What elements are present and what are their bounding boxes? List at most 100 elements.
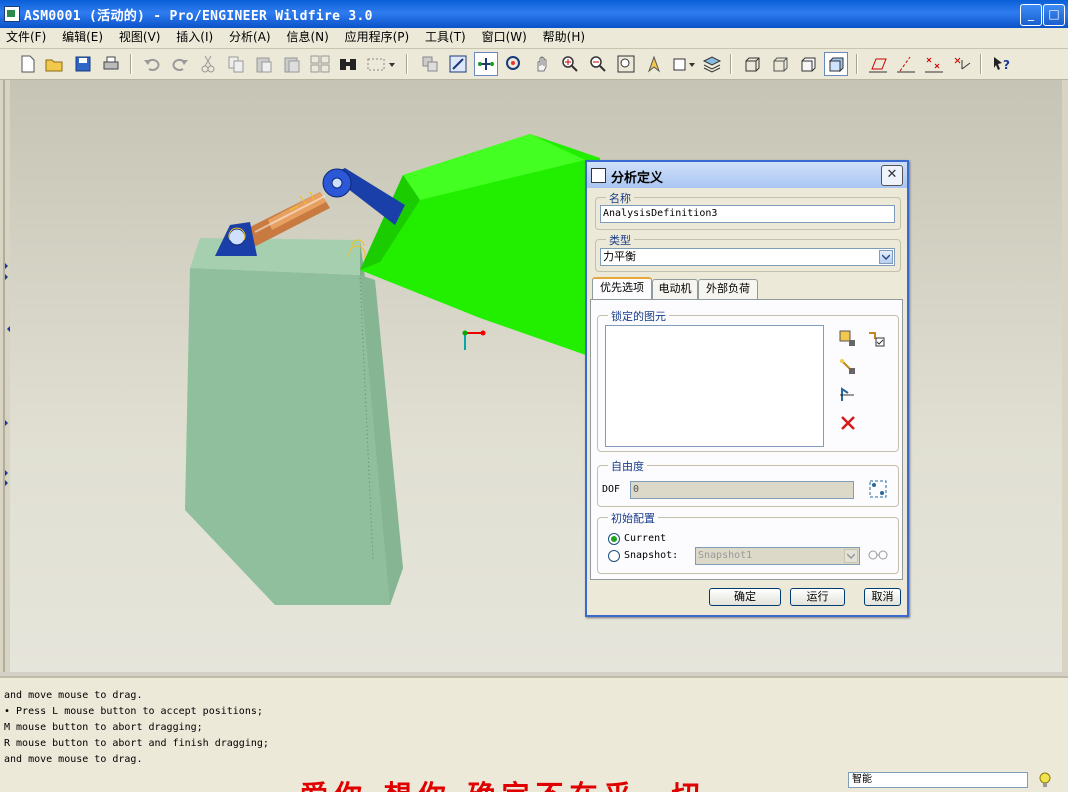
menu-info[interactable]: 信息(N) [280, 28, 334, 47]
help-icon[interactable]: ? [990, 52, 1014, 76]
orient-icon[interactable] [642, 52, 666, 76]
overlay-slogan: 爱你 想你 确定不在乎一切 [300, 774, 706, 792]
compute-dof-icon[interactable] [867, 478, 889, 500]
initial-config-label: 初始配置 [608, 510, 658, 526]
menu-insert[interactable]: 插入(I) [170, 28, 219, 47]
coord-sys-icon[interactable] [950, 52, 974, 76]
cut-icon[interactable] [196, 52, 220, 76]
radio-snapshot[interactable] [608, 550, 620, 562]
locked-entities-list[interactable] [605, 325, 824, 447]
close-button[interactable]: ✕ [881, 165, 903, 186]
toolbar: ? [0, 49, 1068, 80]
model-tree-icon[interactable] [418, 52, 442, 76]
lock-point-icon[interactable] [837, 356, 859, 378]
lock-connection-icon[interactable] [865, 328, 887, 350]
cancel-button[interactable]: 取消 [864, 588, 901, 606]
menu-help[interactable]: 帮助(H) [537, 28, 591, 47]
menu-analysis[interactable]: 分析(A) [223, 28, 277, 47]
connection-icon[interactable] [502, 52, 526, 76]
delete-icon[interactable] [837, 412, 859, 434]
select-box-icon[interactable] [364, 52, 398, 76]
run-button[interactable]: 运行 [790, 588, 845, 606]
zoom-out-icon[interactable] [586, 52, 610, 76]
dof-group-label: 自由度 [608, 458, 647, 474]
radio-current[interactable] [608, 533, 620, 545]
message-line: and move mouse to drag. [4, 690, 143, 701]
type-select[interactable]: 力平衡 [600, 248, 895, 266]
hidden-line-icon[interactable] [768, 52, 792, 76]
tab-motors[interactable]: 电动机 [652, 279, 698, 299]
chevron-down-icon[interactable] [879, 250, 893, 264]
tab-external-loads[interactable]: 外部负荷 [698, 279, 758, 299]
initial-config-group: 初始配置 [597, 510, 899, 574]
saved-views-icon[interactable] [670, 52, 698, 76]
redo-icon[interactable] [168, 52, 192, 76]
ok-button[interactable]: 确定 [709, 588, 781, 606]
regenerate-icon[interactable] [308, 52, 332, 76]
new-icon[interactable] [16, 52, 40, 76]
dof-field: 0 [630, 481, 854, 499]
radio-current-label: Current [624, 533, 667, 544]
right-panel-strip [1062, 80, 1068, 672]
type-value: 力平衡 [603, 250, 636, 263]
lock-body-icon[interactable] [837, 328, 859, 350]
undo-icon[interactable] [140, 52, 164, 76]
title-bar: ASM0001 (活动的) - Pro/ENGINEER Wildfire 3.… [0, 0, 1068, 28]
layers-icon[interactable] [700, 52, 724, 76]
dof-label: DOF [602, 484, 621, 495]
menu-tools[interactable]: 工具(T) [419, 28, 472, 47]
wireframe-icon[interactable] [740, 52, 764, 76]
menu-bar: 文件(F) 编辑(E) 视图(V) 插入(I) 分析(A) 信息(N) 应用程序… [0, 28, 1068, 49]
message-line: and move mouse to drag. [4, 754, 143, 765]
print-icon[interactable] [99, 52, 123, 76]
window-title: ASM0001 (活动的) - Pro/ENGINEER Wildfire 3.… [24, 9, 373, 24]
app-icon [4, 6, 20, 22]
open-icon[interactable] [43, 52, 67, 76]
maximize-button[interactable]: □ [1043, 4, 1065, 26]
name-field[interactable]: AnalysisDefinition3 [600, 205, 895, 223]
locked-entities-label: 锁定的图元 [608, 308, 669, 324]
message-line: M mouse button to abort dragging; [4, 722, 203, 733]
refit-icon[interactable] [614, 52, 638, 76]
snapshot-select: Snapshot1 [695, 547, 860, 565]
message-line: • Press L mouse button to accept positio… [4, 706, 263, 717]
paste-icon[interactable] [252, 52, 276, 76]
dialog-title: 分析定义 [611, 171, 664, 186]
status-bar: 爱你 想你 确定不在乎一切 智能 [0, 768, 1068, 792]
chevron-down-icon [844, 549, 858, 563]
no-hidden-icon[interactable] [796, 52, 820, 76]
datum-points-icon[interactable] [922, 52, 946, 76]
message-area: and move mouse to drag. • Press L mouse … [0, 676, 1068, 770]
datum-planes-icon[interactable] [866, 52, 890, 76]
paste-special-icon[interactable] [280, 52, 304, 76]
tab-preferences[interactable]: 优先选项 [592, 277, 652, 300]
sketch-icon[interactable] [446, 52, 470, 76]
save-icon[interactable] [71, 52, 95, 76]
svg-text:?: ? [1003, 58, 1010, 72]
shading-icon[interactable] [824, 52, 848, 76]
pan-icon[interactable] [530, 52, 554, 76]
find-icon[interactable] [336, 52, 360, 76]
type-label: 类型 [606, 232, 634, 248]
glasses-icon [867, 544, 889, 566]
snapshot-value: Snapshot1 [698, 550, 753, 561]
copy-icon[interactable] [224, 52, 248, 76]
menu-applications[interactable]: 应用程序(P) [339, 28, 416, 47]
dialog-icon [591, 168, 606, 183]
menu-edit[interactable]: 编辑(E) [56, 28, 109, 47]
menu-file[interactable]: 文件(F) [0, 28, 52, 47]
zoom-in-icon[interactable] [558, 52, 582, 76]
dialog-title-bar: 分析定义 ✕ [587, 162, 907, 188]
message-line: R mouse button to abort and finish dragg… [4, 738, 269, 749]
minimize-button[interactable]: _ [1020, 4, 1042, 26]
drag-component-icon[interactable] [474, 52, 498, 76]
filter-value: 智能 [852, 774, 872, 785]
lock-motion-axis-icon[interactable] [837, 384, 859, 406]
name-label: 名称 [606, 190, 634, 206]
radio-snapshot-label: Snapshot: [624, 550, 679, 561]
datum-axes-icon[interactable] [894, 52, 918, 76]
filter-select[interactable]: 智能 [848, 772, 1028, 788]
menu-view[interactable]: 视图(V) [113, 28, 167, 47]
menu-window[interactable]: 窗口(W) [476, 28, 533, 47]
lightbulb-icon[interactable] [1038, 772, 1052, 791]
